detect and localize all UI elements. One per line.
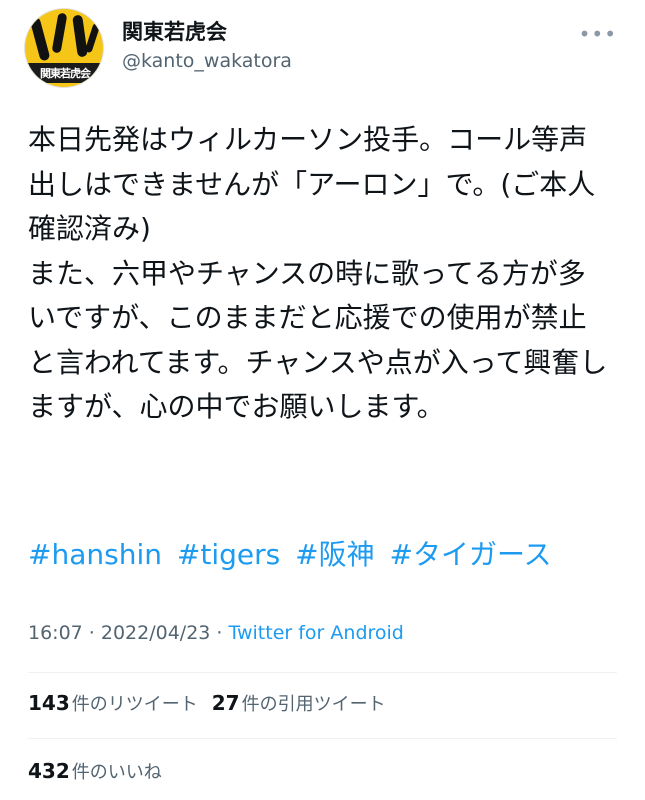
like-label: 件のいいね [71, 762, 162, 783]
tweet-source-link[interactable]: Twitter for Android [229, 622, 404, 644]
likes-stat[interactable]: 432 件のいいね [28, 759, 162, 783]
tweet-paragraph: また、六甲やチャンスの時に歌ってる方が多いですが、このままだと応援での使用が禁止… [28, 256, 608, 424]
divider [28, 738, 617, 739]
quotes-stat[interactable]: 27 件の引用ツイート [211, 691, 386, 715]
hashtag-link[interactable]: #tigers [177, 538, 280, 571]
hashtag-link[interactable]: #hanshin [28, 538, 162, 571]
author-display-name[interactable]: 関東若虎会 [122, 16, 227, 46]
author-handle[interactable]: @kanto_wakatora [122, 50, 292, 72]
like-count: 432 [28, 759, 70, 783]
tweet-text: 本日先発はウィルカーソン投手。コール等声出しはできませんが「アーロン」で。(ご本… [28, 118, 608, 430]
avatar[interactable]: 関東若虎会 [24, 8, 104, 88]
tweet-header: 関東若虎会 関東若虎会 @kanto_wakatora ••• [24, 8, 621, 88]
retweets-stat[interactable]: 143 件のリツイート [28, 691, 198, 715]
tiger-stripe [51, 12, 68, 54]
retweet-label: 件のリツイート [71, 694, 198, 715]
tweet-timestamp[interactable]: 16:07 · 2022/04/23 · [28, 622, 229, 644]
tiger-stripe [29, 16, 51, 62]
tweet-paragraph: 本日先発はウィルカーソン投手。コール等声出しはできませんが「アーロン」で。(ご本… [28, 123, 596, 245]
hashtag-link[interactable]: #タイガース [390, 538, 552, 571]
quote-count: 27 [211, 691, 240, 715]
hashtag-link[interactable]: #阪神 [295, 538, 374, 571]
tiger-stripe [84, 22, 101, 54]
more-options-icon[interactable]: ••• [579, 22, 617, 46]
quote-label: 件の引用ツイート [241, 694, 386, 715]
avatar-logo-text: 関東若虎会 [40, 67, 91, 80]
hashtag-list: #hanshin #tigers #阪神 #タイガース [28, 533, 558, 578]
tweet-meta: 16:07 · 2022/04/23 · Twitter for Android [28, 622, 404, 644]
divider [28, 672, 617, 673]
retweet-count: 143 [28, 691, 70, 715]
engagement-stats-row: 143 件のリツイート 27 件の引用ツイート [28, 690, 386, 716]
likes-stats-row: 432 件のいいね [28, 758, 162, 784]
